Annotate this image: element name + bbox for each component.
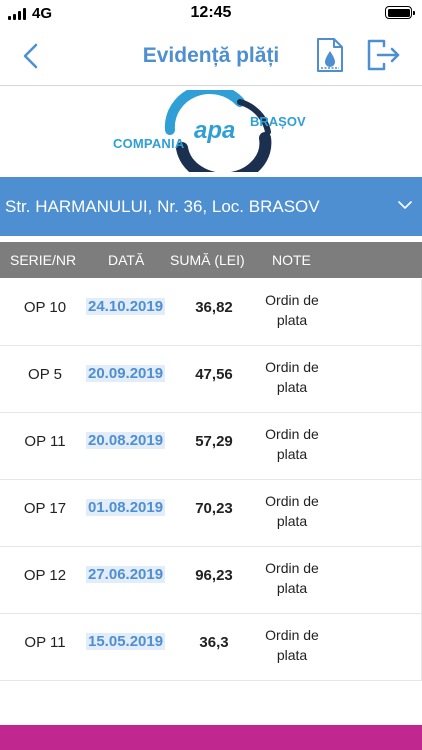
payments-table: OP 10 24.10.2019 36,82 Ordin de plata OP… — [0, 279, 422, 681]
column-header-serie: SERIE/NR — [10, 252, 77, 268]
logo-text-right: BRAȘOV — [250, 114, 306, 129]
address-selected-value: Str. HARMANULUI, Nr. 36, Loc. BRASOV — [5, 197, 320, 216]
cell-note: Ordin de plata — [265, 359, 319, 395]
cell-date: 15.05.2019 — [86, 633, 166, 650]
cell-serie: OP 5 — [28, 366, 62, 383]
column-header-note: NOTE — [272, 252, 311, 268]
logo-area: COMPANIA apa BRAȘOV — [0, 86, 422, 176]
column-header-date: DATĂ — [108, 252, 145, 268]
company-logo: COMPANIA apa BRAȘOV — [110, 90, 310, 172]
bottom-bar — [0, 725, 422, 750]
table-row[interactable]: OP 11 20.08.2019 57,29 Ordin de plata — [0, 413, 422, 480]
column-header-sum: SUMĂ (LEI) — [170, 252, 245, 268]
address-dropdown[interactable]: Str. HARMANULUI, Nr. 36, Loc. BRASOV — [0, 177, 422, 236]
cell-date: 20.09.2019 — [86, 365, 166, 382]
cell-note: Ordin de plata — [265, 426, 319, 462]
battery-icon — [385, 6, 415, 19]
cell-serie: OP 11 — [24, 634, 66, 651]
cell-date: 24.10.2019 — [86, 298, 166, 315]
status-bar: 4G 12:45 — [0, 0, 422, 28]
chevron-down-icon — [398, 201, 412, 209]
logo-text-center: apa — [194, 117, 236, 144]
cell-sum: 36,3 — [199, 634, 229, 651]
table-row[interactable]: OP 5 20.09.2019 47,56 Ordin de plata — [0, 346, 422, 413]
logout-button[interactable] — [366, 38, 402, 72]
cell-date: 27.06.2019 — [86, 566, 166, 583]
table-row[interactable]: OP 11 15.05.2019 36,3 Ordin de plata — [0, 614, 422, 681]
cell-note: Ordin de plata — [265, 560, 319, 596]
cell-note: Ordin de plata — [265, 627, 319, 663]
cell-serie: OP 17 — [23, 500, 67, 517]
cell-sum: 57,29 — [195, 433, 233, 450]
cell-serie: OP 10 — [23, 299, 67, 316]
nav-bar: Evidență plăți — [0, 28, 422, 86]
cell-serie: OP 11 — [24, 433, 66, 450]
table-row[interactable]: OP 12 27.06.2019 96,23 Ordin de plata — [0, 547, 422, 614]
cell-sum: 96,23 — [195, 567, 233, 584]
table-header: SERIE/NR DATĂ SUMĂ (LEI) NOTE — [0, 242, 422, 278]
logout-icon — [367, 39, 400, 71]
page-title: Evidență plăți — [142, 44, 280, 67]
cell-sum: 47,56 — [195, 366, 233, 383]
cell-serie: OP 12 — [23, 567, 67, 584]
cell-date: 20.08.2019 — [86, 432, 166, 449]
cell-note: Ordin de plata — [265, 292, 319, 328]
status-time: 12:45 — [190, 4, 232, 21]
water-document-icon — [317, 38, 343, 72]
table-row[interactable]: OP 17 01.08.2019 70,23 Ordin de plata — [0, 480, 422, 547]
logo-text-left: COMPANIA — [113, 136, 185, 151]
table-row[interactable]: OP 10 24.10.2019 36,82 Ordin de plata — [0, 279, 422, 346]
cell-date: 01.08.2019 — [86, 499, 166, 516]
water-invoice-button[interactable] — [316, 37, 344, 73]
cell-note: Ordin de plata — [265, 493, 319, 529]
cell-sum: 70,23 — [195, 500, 233, 517]
cell-sum: 36,82 — [195, 299, 233, 316]
